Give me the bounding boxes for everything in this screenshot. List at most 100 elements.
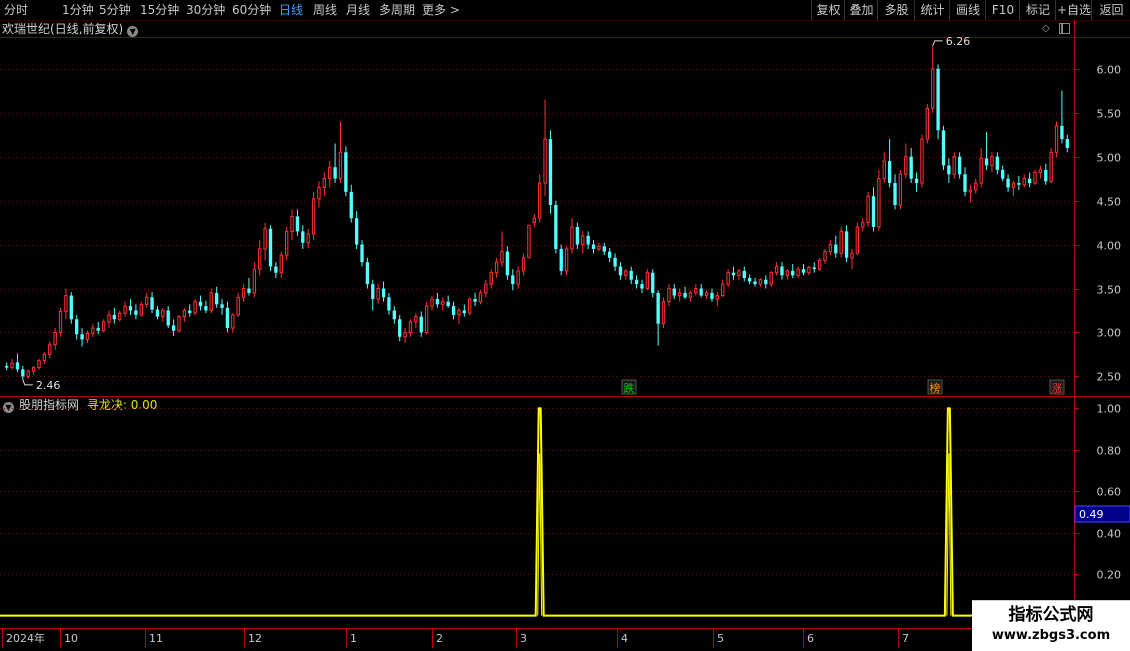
candle-body-149 [807,266,811,274]
candle-body-63 [344,152,348,192]
candle-body-116 [629,270,633,280]
candle-body-70 [381,288,386,298]
candle-body-123 [667,288,671,303]
candle-body-117 [634,279,639,285]
candle-body-3 [21,369,25,377]
candle-body-135 [731,272,736,276]
candle-body-30 [166,310,170,326]
candle-body-6 [37,360,41,369]
candle-body-36 [198,301,203,307]
price-tick-label-5: 5.00 [1097,152,1122,165]
candle-body-108 [586,235,590,245]
candle-body-45 [247,288,251,293]
candle-body-124 [672,288,676,296]
candle-body-40 [220,304,224,308]
candle-body-92 [500,251,504,263]
candle-body-118 [640,284,644,289]
cursor-value-label: 0.49 [1079,508,1104,521]
candle-body-155 [839,230,843,254]
candle-body-174 [941,130,946,166]
candle-body-158 [855,226,860,254]
time-tick-label-3: 12 [248,632,262,645]
candle-body-83 [451,306,456,315]
candle-body-138 [747,277,752,282]
candle-body-77 [419,316,423,333]
candle-body-2 [15,362,20,370]
candle-body-146 [791,270,795,276]
candle-body-189 [1022,178,1026,186]
price-tick-label-3: 4.00 [1097,240,1122,253]
candle-body-48 [263,228,267,250]
candle-body-194 [1049,151,1053,182]
candle-body-143 [774,266,779,274]
candle-body-127 [688,292,693,298]
candle-body-147 [796,268,800,276]
candle-body-154 [834,244,838,254]
candle-body-62 [338,151,343,180]
candle-body-182 [984,158,989,166]
candle-body-5 [31,367,36,372]
candle-body-160 [866,195,870,224]
candle-body-47 [258,248,262,270]
candle-body-12 [69,295,73,320]
candle-body-94 [511,275,515,285]
candle-body-37 [204,306,208,311]
candle-body-31 [171,325,176,331]
candle-body-14 [80,334,84,340]
candle-body-71 [387,297,391,311]
candle-body-126 [683,292,687,298]
candle-body-10 [58,310,63,333]
candle-body-88 [478,292,483,303]
candle-body-41 [225,307,230,329]
time-tick-label-5: 2 [436,632,443,645]
ind-tick-label-1: 0.40 [1097,528,1122,541]
candle-body-50 [274,266,278,273]
candle-body-188 [1017,183,1021,185]
time-tick-label-4: 1 [350,632,357,645]
candle-body-20 [112,314,117,320]
candle-body-191 [1033,171,1037,184]
candle-body-109 [591,244,596,249]
time-tick-label-6: 3 [520,632,527,645]
candle-body-75 [408,321,413,333]
candle-body-128 [694,288,698,294]
candle-body-187 [1011,182,1016,188]
candle-body-9 [53,331,57,346]
time-tick-label-8: 5 [717,632,724,645]
candle-body-1 [10,362,14,369]
candle-body-133 [721,283,725,297]
candle-body-76 [414,316,418,323]
candle-body-65 [354,218,359,245]
price-tick-label-6: 5.50 [1097,108,1122,121]
candle-body-22 [123,305,127,314]
candle-body-186 [1006,178,1010,188]
candle-body-152 [823,251,827,261]
candle-body-103 [559,248,563,271]
candle-body-32 [177,316,181,332]
candle-body-79 [430,298,434,307]
candle-body-66 [360,244,364,263]
low-price-label: 2.46 [36,379,61,392]
candle-body-60 [328,166,332,180]
time-tick-label-2: 11 [149,632,163,645]
candle-body-81 [441,301,445,305]
candle-body-0 [5,365,9,368]
candle-body-106 [575,226,580,245]
candle-body-150 [812,267,816,270]
candle-body-179 [968,189,973,193]
candle-body-67 [365,262,370,285]
candle-body-25 [139,303,143,316]
candle-body-196 [1060,125,1064,140]
watermark-title: 指标公式网 [1008,605,1094,625]
candle-body-4 [26,370,30,377]
candle-body-57 [311,198,316,235]
candle-body-23 [128,306,133,311]
candle-body-69 [376,288,380,300]
candle-body-18 [101,321,106,332]
candle-body-58 [317,186,321,200]
candle-body-119 [645,272,650,290]
candle-body-87 [473,299,477,302]
candle-body-148 [801,269,806,273]
candle-body-164 [887,161,892,184]
candle-body-181 [979,157,983,184]
